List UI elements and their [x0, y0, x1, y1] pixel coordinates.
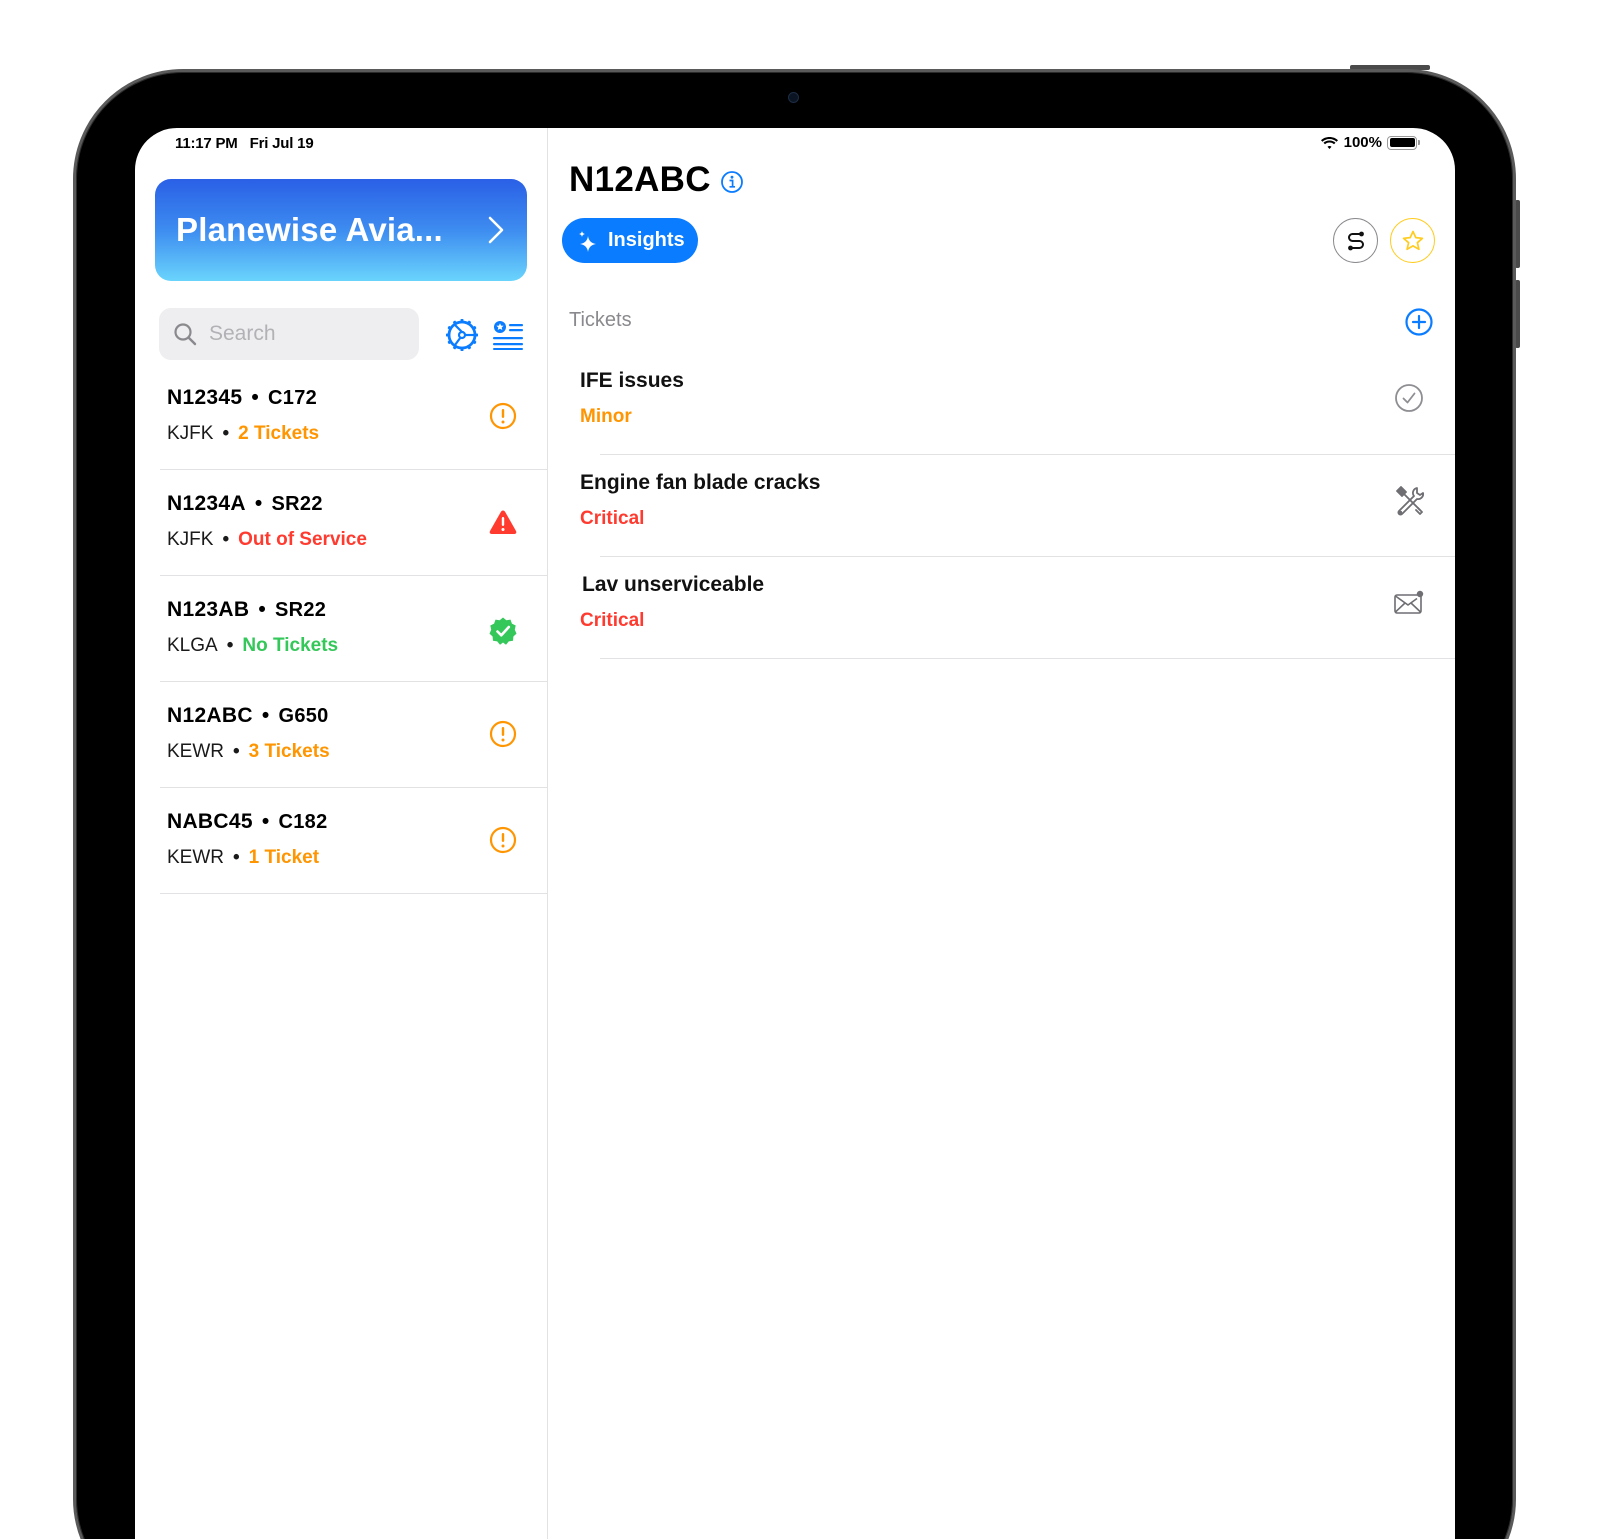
ticket-title: Lav unserviceable [582, 573, 765, 596]
aircraft-list: N12345 • C172 KJFK • 2 Tickets N1234A • SR22 K… [160, 364, 548, 894]
search-icon [174, 323, 197, 346]
separator: • [258, 598, 266, 621]
search-input[interactable] [209, 322, 389, 346]
aircraft-row[interactable]: N123AB • SR22 KLGA • No Tickets [160, 576, 548, 682]
airport-code: KJFK [167, 423, 214, 444]
aircraft-row[interactable]: NABC45 • C182 KEWR • 1 Ticket [160, 788, 548, 894]
envelope-badge-icon[interactable] [1393, 587, 1425, 619]
sparkles-icon [579, 230, 596, 252]
separator: • [261, 810, 270, 833]
organization-button[interactable]: Planewise Avia... [155, 179, 527, 281]
insights-button[interactable]: Insights [562, 218, 698, 263]
separator: • [222, 423, 230, 444]
chevron-right-icon [488, 216, 504, 244]
insights-label: Insights [608, 229, 685, 251]
info-icon[interactable] [720, 170, 744, 194]
tail-number: N1234A [167, 492, 246, 515]
front-camera [788, 92, 799, 103]
ticket-title: Engine fan blade cracks [580, 471, 821, 494]
aircraft-model: SR22 [275, 599, 327, 621]
airport-code: KEWR [167, 847, 224, 868]
checkmark-seal-icon [489, 617, 517, 645]
ticket-row[interactable]: Engine fan blade cracks Critical [580, 455, 1455, 557]
screen: 11:17 PM Fri Jul 19 100% Planewise Avia..… [135, 128, 1455, 1539]
ticket-status: 1 Ticket [248, 847, 320, 868]
ticket-list: IFE issues Minor Engine fan blade cracks… [580, 353, 1455, 659]
route-icon [1347, 231, 1364, 250]
ticket-severity: Minor [580, 406, 632, 427]
aircraft-row[interactable]: N12ABC • G650 KEWR • 3 Tickets [160, 682, 548, 788]
aircraft-model: C172 [268, 387, 318, 409]
ticket-title: IFE issues [580, 369, 684, 392]
organization-name: Planewise Avia... [176, 211, 443, 248]
ticket-status: 3 Tickets [248, 741, 330, 762]
star-icon [1402, 230, 1423, 250]
detail-pane: N12ABC Insights Tickets IFE issues Minor… [550, 128, 1455, 1539]
settings-button[interactable] [445, 318, 479, 352]
aircraft-model: G650 [278, 705, 329, 727]
favorite-button[interactable] [1390, 218, 1435, 263]
gear-icon [446, 319, 478, 351]
airport-code: KJFK [167, 529, 214, 550]
airport-code: KEWR [167, 741, 224, 762]
separator: • [261, 704, 270, 727]
aircraft-row[interactable]: N1234A • SR22 KJFK • Out of Service [160, 470, 548, 576]
tail-number: N123AB [167, 598, 250, 621]
filter-list-icon [493, 321, 523, 350]
page-title: N12ABC [569, 160, 711, 199]
separator: • [222, 529, 230, 550]
search-field[interactable] [159, 308, 419, 360]
tail-number: NABC45 [167, 810, 253, 833]
aircraft-title: N12ABC [569, 160, 744, 200]
separator: • [233, 741, 240, 762]
ticket-severity: Critical [580, 508, 645, 529]
separator: • [233, 847, 240, 868]
airport-code: KLGA [167, 635, 218, 656]
checkmark-circle-icon[interactable] [1393, 382, 1425, 414]
tail-number: N12345 [167, 386, 243, 409]
sidebar: Planewise Avia... Search N12345 • C172 K… [135, 128, 548, 1539]
separator: • [226, 635, 234, 656]
route-button[interactable] [1333, 218, 1378, 263]
wrench-screwdriver-icon[interactable] [1393, 485, 1425, 517]
exclamation-circle-icon [489, 402, 517, 430]
separator: • [251, 386, 260, 409]
separator: • [254, 492, 263, 515]
ticket-status: Out of Service [238, 529, 367, 550]
aircraft-row[interactable]: N12345 • C172 KJFK • 2 Tickets [160, 364, 548, 470]
exclamation-circle-icon [489, 720, 517, 748]
add-ticket-button[interactable] [1404, 307, 1434, 337]
aircraft-model: C182 [278, 811, 328, 833]
exclamation-circle-icon [489, 826, 517, 854]
filter-list-button[interactable] [491, 318, 525, 352]
warning-triangle-icon [489, 510, 517, 534]
ticket-row[interactable]: Lav unserviceable Critical [580, 557, 1455, 659]
ticket-severity: Critical [580, 610, 645, 631]
ticket-status: 2 Tickets [238, 423, 320, 444]
tickets-section-header: Tickets [569, 309, 632, 331]
ticket-row[interactable]: IFE issues Minor [580, 353, 1455, 455]
ticket-status: No Tickets [242, 635, 339, 656]
aircraft-model: SR22 [271, 493, 323, 515]
tail-number: N12ABC [167, 704, 253, 727]
